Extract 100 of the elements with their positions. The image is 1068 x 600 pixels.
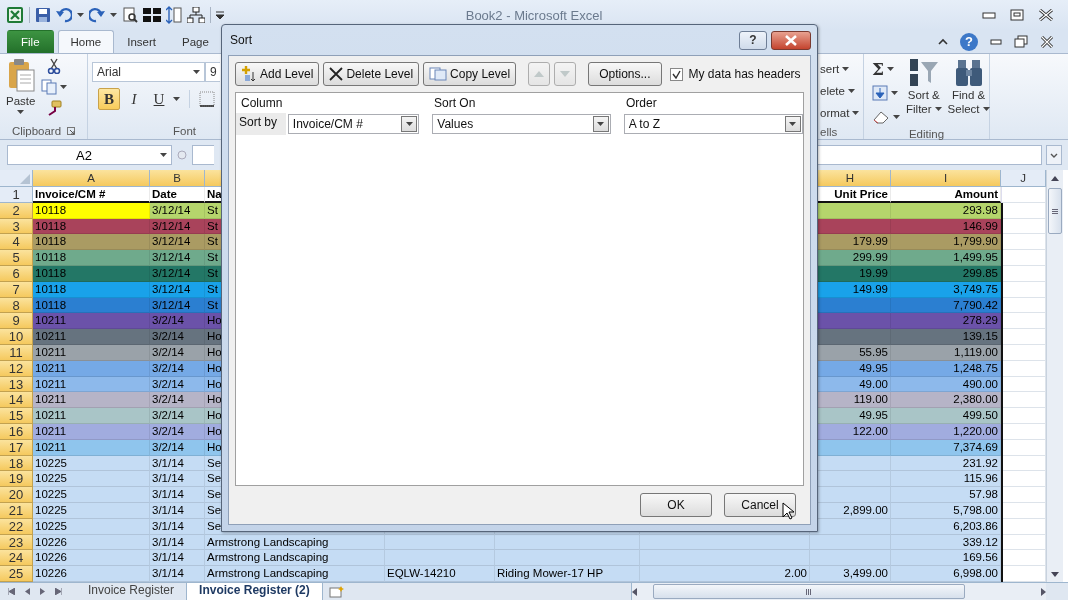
row-header[interactable]: 9 [0,313,33,330]
scroll-thumb[interactable] [652,584,965,599]
caret-icon[interactable] [842,67,850,71]
caret-icon[interactable] [173,97,180,101]
column-header[interactable]: I [891,170,1001,187]
name-box[interactable]: A2 [7,145,172,165]
caret-icon[interactable] [17,110,25,114]
eraser-icon[interactable] [872,110,890,124]
first-sheet-icon[interactable] [8,588,15,595]
dialog-launcher-icon[interactable] [67,127,76,135]
scroll-down-icon[interactable] [1051,571,1059,577]
options-button[interactable]: Options... [588,62,662,86]
row-header[interactable]: 25 [0,566,33,582]
ribbon-button[interactable]: elete [820,85,845,97]
help-button[interactable]: ? [960,32,978,51]
dialog-button[interactable]: OK [640,493,712,517]
checkbox[interactable] [669,67,683,81]
save-icon[interactable] [35,7,51,23]
order-dropdown[interactable]: A to Z [623,114,803,134]
customize-icon[interactable] [216,11,224,19]
previous-sheet-icon[interactable] [25,588,30,595]
caret-icon[interactable] [847,89,855,93]
caret-icon[interactable] [982,107,990,111]
undo-icon[interactable] [56,7,72,23]
format-painter-icon[interactable] [46,100,63,116]
formula-field[interactable] [192,145,214,165]
bold-button[interactable]: B [98,88,120,110]
caret-icon[interactable] [160,153,167,157]
caret-icon[interactable] [891,91,898,95]
caret-icon[interactable] [60,85,68,89]
horizontal-scrollbar[interactable] [630,583,1046,600]
close-icon[interactable] [1038,9,1054,21]
column-header[interactable]: A [33,170,150,187]
sort-levels-list[interactable]: Column Sort On Order Sort by Invoice/CM # Values A to Z [235,92,804,486]
fill-down-icon[interactable] [872,85,888,101]
font-size-field[interactable]: 9 [205,62,220,82]
collapse-ribbon-icon[interactable] [938,38,948,45]
redo-icon[interactable] [89,7,105,23]
ribbon-tab[interactable]: Home [57,30,115,53]
scroll-up-icon[interactable] [1051,175,1059,181]
copy-level-button[interactable]: Copy Level [423,62,517,86]
italic-button[interactable]: I [123,88,145,110]
paste-icon[interactable] [6,58,35,92]
caret-icon[interactable] [193,70,200,74]
binoculars-icon[interactable] [954,58,983,88]
row-header[interactable]: 4 [0,234,33,251]
row-header[interactable]: 10 [0,329,33,345]
font-name-field[interactable]: Arial [92,62,205,82]
row-header[interactable]: 15 [0,408,33,424]
ribbon-button[interactable]: ormat [820,107,850,119]
column-header[interactable]: J [1001,170,1046,187]
row-header[interactable]: 19 [0,471,33,488]
caret-icon[interactable] [852,111,860,115]
caret-icon[interactable] [934,107,942,111]
caret-icon[interactable] [77,13,84,17]
row-height-icon[interactable] [166,6,182,24]
underline-button[interactable]: U [148,88,170,110]
ribbon-tab[interactable]: File [7,30,54,53]
scroll-thumb[interactable] [1048,188,1062,234]
row-header[interactable]: 14 [0,392,33,409]
caret-icon[interactable] [893,115,900,119]
excel-logo-icon[interactable] [6,6,24,24]
delete-level-button[interactable]: Delete Level [323,62,420,86]
last-sheet-icon[interactable] [55,588,62,595]
close-icon[interactable] [1040,35,1054,48]
find-select-button[interactable]: Find & Select [947,88,990,116]
close-button[interactable] [771,30,811,50]
ribbon-tab[interactable]: Page [169,30,222,53]
minimize-icon[interactable] [990,37,1002,46]
print-preview-icon[interactable] [122,7,138,23]
grid-icon[interactable] [143,8,161,22]
sort-filter-button[interactable]: Sort & Filter [906,88,942,116]
paste-button[interactable]: Paste [6,95,36,107]
caret-icon[interactable] [887,67,895,71]
autosum-button[interactable]: Σ [872,59,885,79]
row-header[interactable]: 20 [0,487,33,503]
borders-icon[interactable] [199,91,215,107]
restore-icon[interactable] [1014,35,1028,48]
sort-filter-icon[interactable] [908,58,939,88]
hierarchy-icon[interactable] [187,7,205,23]
sheet-tab[interactable]: Invoice Register (2) [187,583,323,600]
column-header[interactable]: B [150,170,205,187]
chevron-icon[interactable] [1050,152,1058,158]
sort-on-dropdown[interactable]: Values [432,114,611,134]
ribbon-button[interactable]: sert [820,63,840,75]
scroll-left-icon[interactable] [631,587,637,596]
add-level-button[interactable]: Add Level [235,62,320,86]
dialog-button[interactable]: Cancel [724,493,796,517]
caret-icon[interactable] [110,13,117,17]
next-sheet-icon[interactable] [40,588,45,595]
minimize-icon[interactable] [982,9,996,19]
ribbon-tab[interactable]: Insert [114,30,169,53]
maximize-icon[interactable] [1010,9,1024,21]
row-header[interactable]: 1 [0,187,33,203]
scroll-right-icon[interactable] [1041,587,1046,596]
row-header[interactable]: 5 [0,250,33,266]
row-header[interactable]: 24 [0,550,33,567]
help-button[interactable]: ? [739,30,767,50]
scissors-icon[interactable] [47,58,62,74]
vertical-scrollbar[interactable] [1046,170,1063,582]
